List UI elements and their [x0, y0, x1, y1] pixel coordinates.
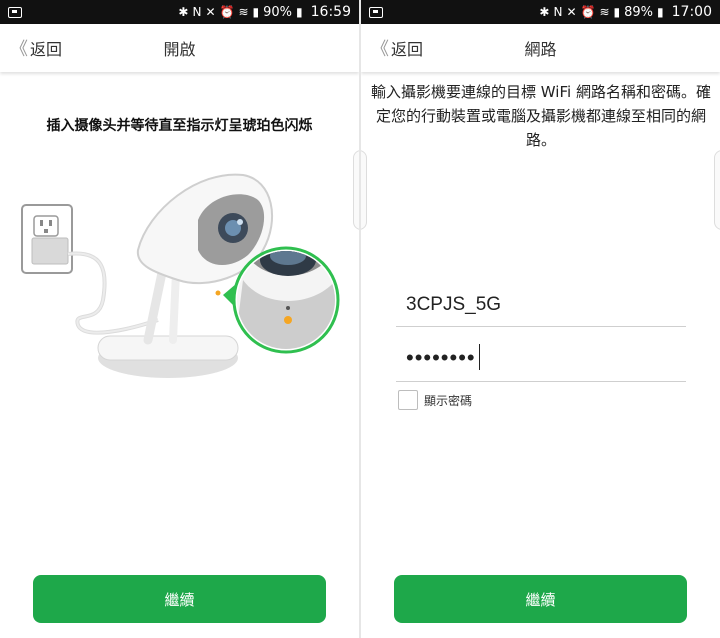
battery-level: 89%	[624, 4, 654, 20]
continue-button[interactable]: 繼續	[394, 575, 687, 623]
back-label: 返回	[30, 40, 63, 59]
chevron-left-icon: 《	[371, 39, 389, 60]
back-button[interactable]: 《 返回	[365, 24, 429, 72]
battery-level: 90%	[263, 4, 293, 20]
mute-icon: ✕	[566, 5, 577, 19]
bluetooth-icon: ✱	[178, 5, 189, 19]
status-bar: ✱ N ✕ ⏰ ≋ ▮ 90% ▮ 16:59	[0, 0, 359, 24]
status-bar: ✱ N ✕ ⏰ ≋ ▮ 89% ▮ 17:00	[361, 0, 720, 24]
network-name-value: 3CPJS_5G	[406, 294, 502, 315]
signal-icon: ▮	[613, 5, 621, 19]
nfc-icon: N	[553, 5, 563, 19]
show-password-checkbox[interactable]	[398, 390, 418, 410]
text-caret	[478, 344, 481, 370]
outlet-icon	[21, 204, 73, 274]
back-button[interactable]: 《 返回	[4, 24, 68, 72]
signal-icon: ▮	[252, 5, 260, 19]
continue-button[interactable]: 繼續	[33, 575, 326, 623]
adjacent-page-edge	[714, 150, 720, 230]
network-screen: ✱ N ✕ ⏰ ≋ ▮ 89% ▮ 17:00 《 返回 網路 輸入攝影機要連線…	[361, 0, 720, 638]
back-label: 返回	[391, 40, 424, 59]
alarm-icon: ⏰	[219, 5, 235, 19]
app-bar: 《 返回 開啟	[0, 24, 359, 72]
adjacent-page-edge	[353, 150, 359, 230]
battery-icon: ▮	[296, 5, 303, 19]
password-value: ••••••••	[406, 344, 481, 371]
wifi-icon: ≋	[238, 5, 249, 19]
instruction-text: 輸入攝影機要連線的目標 WiFi 網路名稱和密碼。確定您的行動裝置或電腦及攝影機…	[371, 83, 711, 149]
bluetooth-icon: ✱	[539, 5, 550, 19]
nfc-icon: N	[192, 5, 202, 19]
show-password-label: 顯示密碼	[424, 393, 473, 408]
notification-icon	[8, 6, 22, 18]
power-on-screen: ✱ N ✕ ⏰ ≋ ▮ 90% ▮ 16:59 《 返回 開啟 插入摄像头并等待…	[0, 0, 359, 638]
adjacent-page-edge	[361, 150, 367, 230]
instruction-text: 插入摄像头并等待直至指示灯呈琥珀色闪烁	[46, 118, 313, 134]
chevron-left-icon: 《	[10, 39, 28, 60]
clock: 17:00	[671, 4, 712, 20]
password-field[interactable]: ••••••••	[396, 336, 686, 382]
network-name-field[interactable]: 3CPJS_5G	[396, 281, 686, 327]
notification-icon	[369, 6, 383, 18]
wifi-icon: ≋	[599, 5, 610, 19]
alarm-icon: ⏰	[580, 5, 596, 19]
clock: 16:59	[310, 4, 351, 20]
battery-icon: ▮	[657, 5, 664, 19]
app-bar: 《 返回 網路	[361, 24, 720, 72]
show-password-toggle[interactable]: 顯示密碼	[398, 390, 472, 410]
camera-illustration	[21, 173, 340, 378]
mute-icon: ✕	[205, 5, 216, 19]
